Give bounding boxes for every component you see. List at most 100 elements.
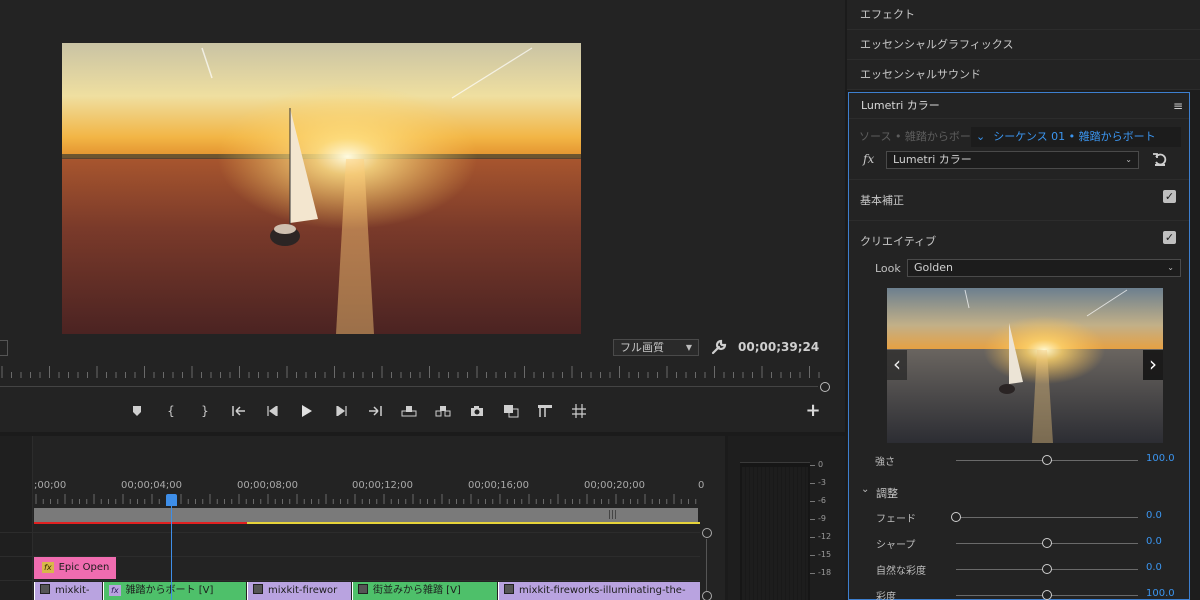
compare-icon [504, 405, 519, 418]
saturation-slider[interactable]: 彩度 100.0 [849, 587, 1189, 600]
video-clip[interactable]: mixkit-firewor [247, 582, 351, 600]
lumetri-panel-title: Lumetri カラー [849, 93, 1189, 119]
add-marker-button[interactable] [120, 400, 154, 422]
sequence-clip-tab[interactable]: ⌄ シーケンス 01 • 雑踏からボート [971, 127, 1181, 147]
lift-button[interactable] [392, 400, 426, 422]
vertical-zoom-handle-bottom[interactable] [702, 591, 712, 600]
chevron-down-icon: ⌄ [1167, 263, 1174, 272]
video-clip[interactable]: mixkit- [34, 582, 102, 600]
track-header-gutter [0, 436, 33, 600]
step-back-icon [267, 406, 278, 416]
db-label: -6 [818, 496, 826, 505]
playhead-timecode[interactable]: 00;00;39;24 [738, 340, 819, 354]
slider-thumb[interactable] [1042, 564, 1052, 574]
extract-button[interactable] [426, 400, 460, 422]
look-preview-thumbnail[interactable]: ‹ › [887, 288, 1163, 443]
fx-badge: fx [42, 561, 54, 573]
mark-out-icon: } [201, 404, 209, 418]
clip-label: 街並みから雑踏 [V] [373, 585, 461, 596]
audio-meter: 0 -3 -6 -9 -12 -15 -18 [728, 436, 845, 600]
step-forward-button[interactable] [324, 400, 358, 422]
vertical-zoom-handle-top[interactable] [702, 528, 712, 538]
intensity-slider[interactable]: 強さ 100.0 [849, 452, 1189, 468]
clip-label: mixkit-fireworks-illuminating-the- [519, 585, 686, 596]
db-tick [810, 573, 815, 574]
mark-out-button[interactable]: } [188, 400, 222, 422]
slider-value[interactable]: 100.0 [1146, 453, 1175, 464]
safe-margins-button[interactable] [528, 400, 562, 422]
fade-slider[interactable]: フェード 0.0 [849, 509, 1189, 525]
grid-button[interactable] [562, 400, 596, 422]
go-to-in-button[interactable] [222, 400, 256, 422]
db-tick [810, 519, 815, 520]
timeline-time-ruler[interactable] [34, 494, 698, 506]
db-label: 0 [818, 460, 824, 469]
section-basic-correction[interactable]: 基本補正 ✓ [849, 179, 1189, 215]
vertical-scroll-track[interactable] [706, 539, 707, 591]
step-back-button[interactable] [256, 400, 290, 422]
wrench-icon[interactable] [710, 338, 728, 356]
comparison-view-button[interactable] [494, 400, 528, 422]
clip-icon [40, 584, 50, 594]
chevron-down-icon: ⌄ [976, 130, 986, 143]
slider-value[interactable]: 100.0 [1146, 588, 1175, 599]
panel-essential-graphics[interactable]: エッセンシャルグラフィックス [847, 30, 1200, 60]
fx-icon: fx [863, 152, 875, 166]
source-clip-tab[interactable]: ソース • 雑踏からボート [859, 127, 982, 147]
slider-track[interactable] [956, 517, 1138, 518]
graphic-clip-epic-open[interactable]: fx Epic Open [34, 557, 116, 579]
video-clip[interactable]: 街並みから雑踏 [V] [352, 582, 497, 600]
go-to-out-button[interactable] [358, 400, 392, 422]
slider-thumb[interactable] [1042, 455, 1052, 465]
enable-checkbox[interactable]: ✓ [1163, 190, 1176, 203]
vibrance-slider[interactable]: 自然な彩度 0.0 [849, 561, 1189, 577]
effect-instance-dropdown[interactable]: Lumetri カラー ⌄ [886, 151, 1139, 169]
track-divider [0, 580, 700, 581]
slider-thumb[interactable] [1042, 590, 1052, 600]
zoom-level-dropdown[interactable] [0, 340, 8, 356]
sharpen-slider[interactable]: シャープ 0.0 [849, 535, 1189, 551]
db-tick [810, 465, 815, 466]
mark-in-button[interactable]: { [154, 400, 188, 422]
look-dropdown[interactable]: Golden ⌄ [907, 259, 1181, 277]
camera-icon [471, 405, 483, 416]
slider-thumb[interactable] [951, 512, 961, 522]
playback-resolution-dropdown[interactable]: フル画質 ▼ [613, 339, 699, 356]
work-area-bar[interactable]: ||| [34, 508, 698, 522]
panel-essential-sound[interactable]: エッセンシャルサウンド [847, 60, 1200, 90]
slider-value[interactable]: 0.0 [1146, 536, 1162, 547]
lift-icon [401, 406, 417, 417]
render-bar-red [34, 522, 247, 524]
previous-look-button[interactable]: ‹ [887, 350, 907, 380]
section-creative[interactable]: クリエイティブ ✓ [849, 220, 1189, 256]
db-label: -18 [818, 568, 832, 577]
slider-value[interactable]: 0.0 [1146, 562, 1162, 573]
export-frame-button[interactable] [460, 400, 494, 422]
slider-label: 自然な彩度 [876, 566, 926, 577]
look-value: Golden [914, 261, 954, 274]
next-look-button[interactable]: › [1143, 350, 1163, 380]
adjust-section-header[interactable]: ⌄ 調整 [849, 483, 1189, 500]
enable-checkbox[interactable]: ✓ [1163, 231, 1176, 244]
clip-target-row: ソース • 雑踏からボート ⌄ シーケンス 01 • 雑踏からボート [849, 127, 1191, 147]
play-button[interactable] [290, 400, 324, 422]
playback-resolution-value: フル画質 [620, 341, 664, 354]
time-tick-label: 00;00;12;00 [352, 480, 414, 491]
clip-label: mixkit- [55, 585, 90, 596]
reset-effect-icon[interactable] [1152, 151, 1168, 167]
slider-thumb[interactable] [1042, 538, 1052, 548]
monitor-zoom-handle[interactable] [820, 382, 830, 392]
lumetri-color-panel: Lumetri カラー ≡ ソース • 雑踏からボート ⌄ シーケンス 01 • … [848, 92, 1190, 600]
timeline-panel: ;00;00 00;00;04;00 00;00;08;00 00;00;12;… [0, 436, 725, 600]
video-clip[interactable]: mixkit-fireworks-illuminating-the- [498, 582, 700, 600]
slider-value[interactable]: 0.0 [1146, 510, 1162, 521]
effect-selector-row: fx Lumetri カラー ⌄ [849, 151, 1191, 171]
panel-effects[interactable]: エフェクト [847, 0, 1200, 30]
playhead-line[interactable] [171, 498, 172, 600]
button-editor-add-icon[interactable]: + [804, 402, 822, 420]
panel-menu-icon[interactable]: ≡ [1173, 99, 1183, 113]
video-clip[interactable]: fx 雑踏からボート [V] [103, 582, 246, 600]
section-label: 基本補正 [860, 194, 904, 207]
monitor-time-ruler[interactable] [0, 366, 825, 380]
slider-label: 彩度 [876, 592, 896, 600]
